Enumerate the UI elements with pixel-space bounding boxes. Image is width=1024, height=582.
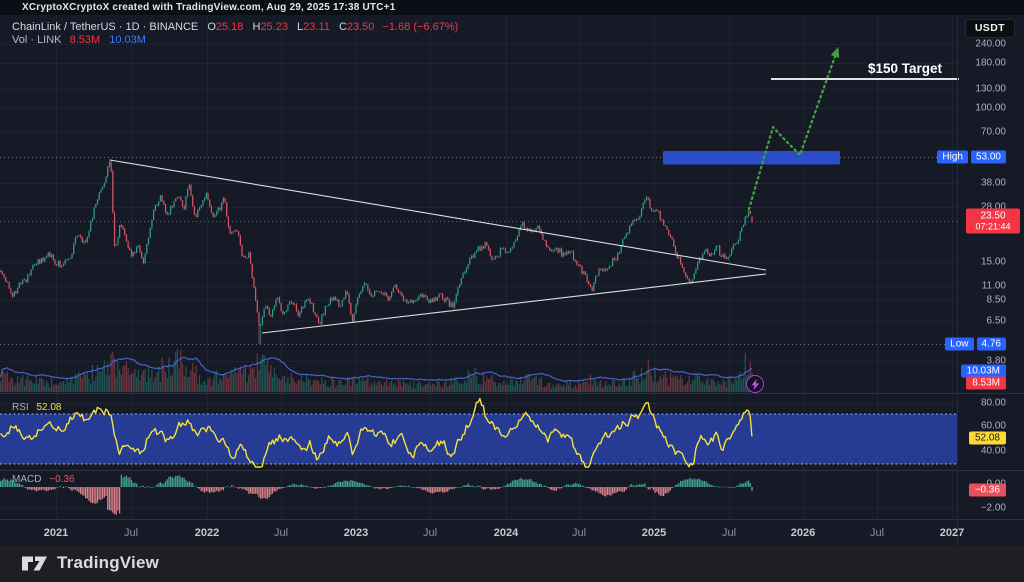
time-axis-label: 2025 bbox=[642, 527, 666, 539]
last-price-value: 23.50 bbox=[971, 211, 1015, 222]
macd-value-badge: −0.36 bbox=[969, 484, 1006, 497]
high-price-badge: High 53.00 bbox=[937, 151, 1006, 164]
change-value: −1.68 (−6.67%) bbox=[382, 21, 458, 33]
rsi-axis-label: 60.00 bbox=[934, 421, 1006, 432]
high-badge-label: High bbox=[937, 151, 968, 164]
tradingview-logo-text: TradingView bbox=[57, 553, 159, 573]
rsi-value-badge: 52.08 bbox=[969, 432, 1006, 445]
arrowhead-icon bbox=[831, 46, 843, 58]
volume-bars bbox=[0, 349, 753, 392]
volume-value-blue: 10.03M bbox=[109, 34, 146, 46]
close-label: C bbox=[339, 21, 347, 33]
open-value: 25.18 bbox=[216, 21, 244, 33]
price-axis-label: 15.00 bbox=[934, 257, 1006, 268]
time-axis-label: Jul bbox=[423, 527, 437, 539]
chart-canvas[interactable] bbox=[0, 0, 1024, 582]
volume-legend[interactable]: Vol · LINK 8.53M 10.03M bbox=[12, 34, 146, 46]
rsi-legend[interactable]: RSI 52.08 bbox=[12, 402, 61, 413]
price-axis-label: 6.50 bbox=[934, 316, 1006, 327]
tradingview-logo-mark bbox=[22, 555, 48, 572]
price-axis-label: 180.00 bbox=[934, 58, 1006, 69]
last-price-badge: 23.50 07:21:44 bbox=[966, 209, 1020, 234]
volume-label: Vol · LINK bbox=[12, 34, 62, 46]
low-badge-value: 4.76 bbox=[977, 338, 1006, 351]
time-axis-label: 2023 bbox=[344, 527, 368, 539]
candle-countdown: 07:21:44 bbox=[971, 222, 1015, 232]
analysis-drawings[interactable] bbox=[110, 46, 959, 333]
time-axis-label: Jul bbox=[124, 527, 138, 539]
time-axis-label: 2024 bbox=[494, 527, 518, 539]
currency-toggle-button[interactable]: USDT bbox=[965, 19, 1015, 38]
price-axis-label: 130.00 bbox=[934, 84, 1006, 95]
footer-bar: TradingView bbox=[0, 546, 1024, 582]
rsi-label: RSI bbox=[12, 402, 29, 413]
macd-value: −0.36 bbox=[49, 474, 74, 485]
macd-label: MACD bbox=[12, 474, 41, 485]
upper-wedge-line[interactable] bbox=[110, 160, 766, 270]
volume-value-red: 8.53M bbox=[70, 34, 101, 46]
time-axis-label: Jul bbox=[870, 527, 884, 539]
close-value: 23.50 bbox=[347, 21, 375, 33]
price-axis-label: 11.00 bbox=[934, 281, 1006, 292]
time-axis-label: 2026 bbox=[791, 527, 815, 539]
low-value: 23.11 bbox=[303, 21, 330, 33]
lower-wedge-line[interactable] bbox=[262, 274, 766, 333]
price-target-label[interactable]: $150 Target bbox=[820, 61, 942, 76]
rsi-axis-label: 80.00 bbox=[934, 398, 1006, 409]
volume-ma-badge: 8.53M bbox=[966, 377, 1006, 390]
low-price-badge: Low 4.76 bbox=[945, 338, 1006, 351]
symbol-legend[interactable]: ChainLink / TetherUS · 1D · BINANCE O25.… bbox=[12, 21, 458, 33]
time-axis-label: 2021 bbox=[44, 527, 68, 539]
macd-legend[interactable]: MACD −0.36 bbox=[12, 474, 75, 485]
rsi-band bbox=[0, 414, 957, 464]
macd-axis-label: −2.00 bbox=[934, 503, 1006, 514]
time-axis-label: Jul bbox=[572, 527, 586, 539]
time-axis-label: 2027 bbox=[940, 527, 964, 539]
price-axis-label: 70.00 bbox=[934, 127, 1006, 138]
low-badge-label: Low bbox=[945, 338, 973, 351]
open-label: O bbox=[207, 21, 216, 33]
supply-zone[interactable] bbox=[663, 151, 840, 165]
pane-separators bbox=[0, 15, 1024, 546]
time-axis-label: Jul bbox=[722, 527, 736, 539]
rsi-value: 52.08 bbox=[36, 402, 61, 413]
price-axis-label: 8.50 bbox=[934, 295, 1006, 306]
tradingview-logo[interactable]: TradingView bbox=[22, 553, 159, 573]
high-value: 25.23 bbox=[260, 21, 288, 33]
tradingview-chart-window: XCryptoXCryptoX created with TradingView… bbox=[0, 0, 1024, 582]
lightning-icon bbox=[746, 375, 764, 393]
price-axis-label: 240.00 bbox=[934, 39, 1006, 50]
price-axis-label: 100.00 bbox=[934, 103, 1006, 114]
high-badge-value: 53.00 bbox=[971, 151, 1006, 164]
time-axis-label: Jul bbox=[274, 527, 288, 539]
candlestick-series[interactable] bbox=[0, 160, 753, 344]
price-axis-label: 38.00 bbox=[934, 178, 1006, 189]
time-axis-label: 2022 bbox=[195, 527, 219, 539]
rsi-axis-label: 40.00 bbox=[934, 446, 1006, 457]
symbol-title[interactable]: ChainLink / TetherUS · 1D · BINANCE bbox=[12, 21, 198, 33]
